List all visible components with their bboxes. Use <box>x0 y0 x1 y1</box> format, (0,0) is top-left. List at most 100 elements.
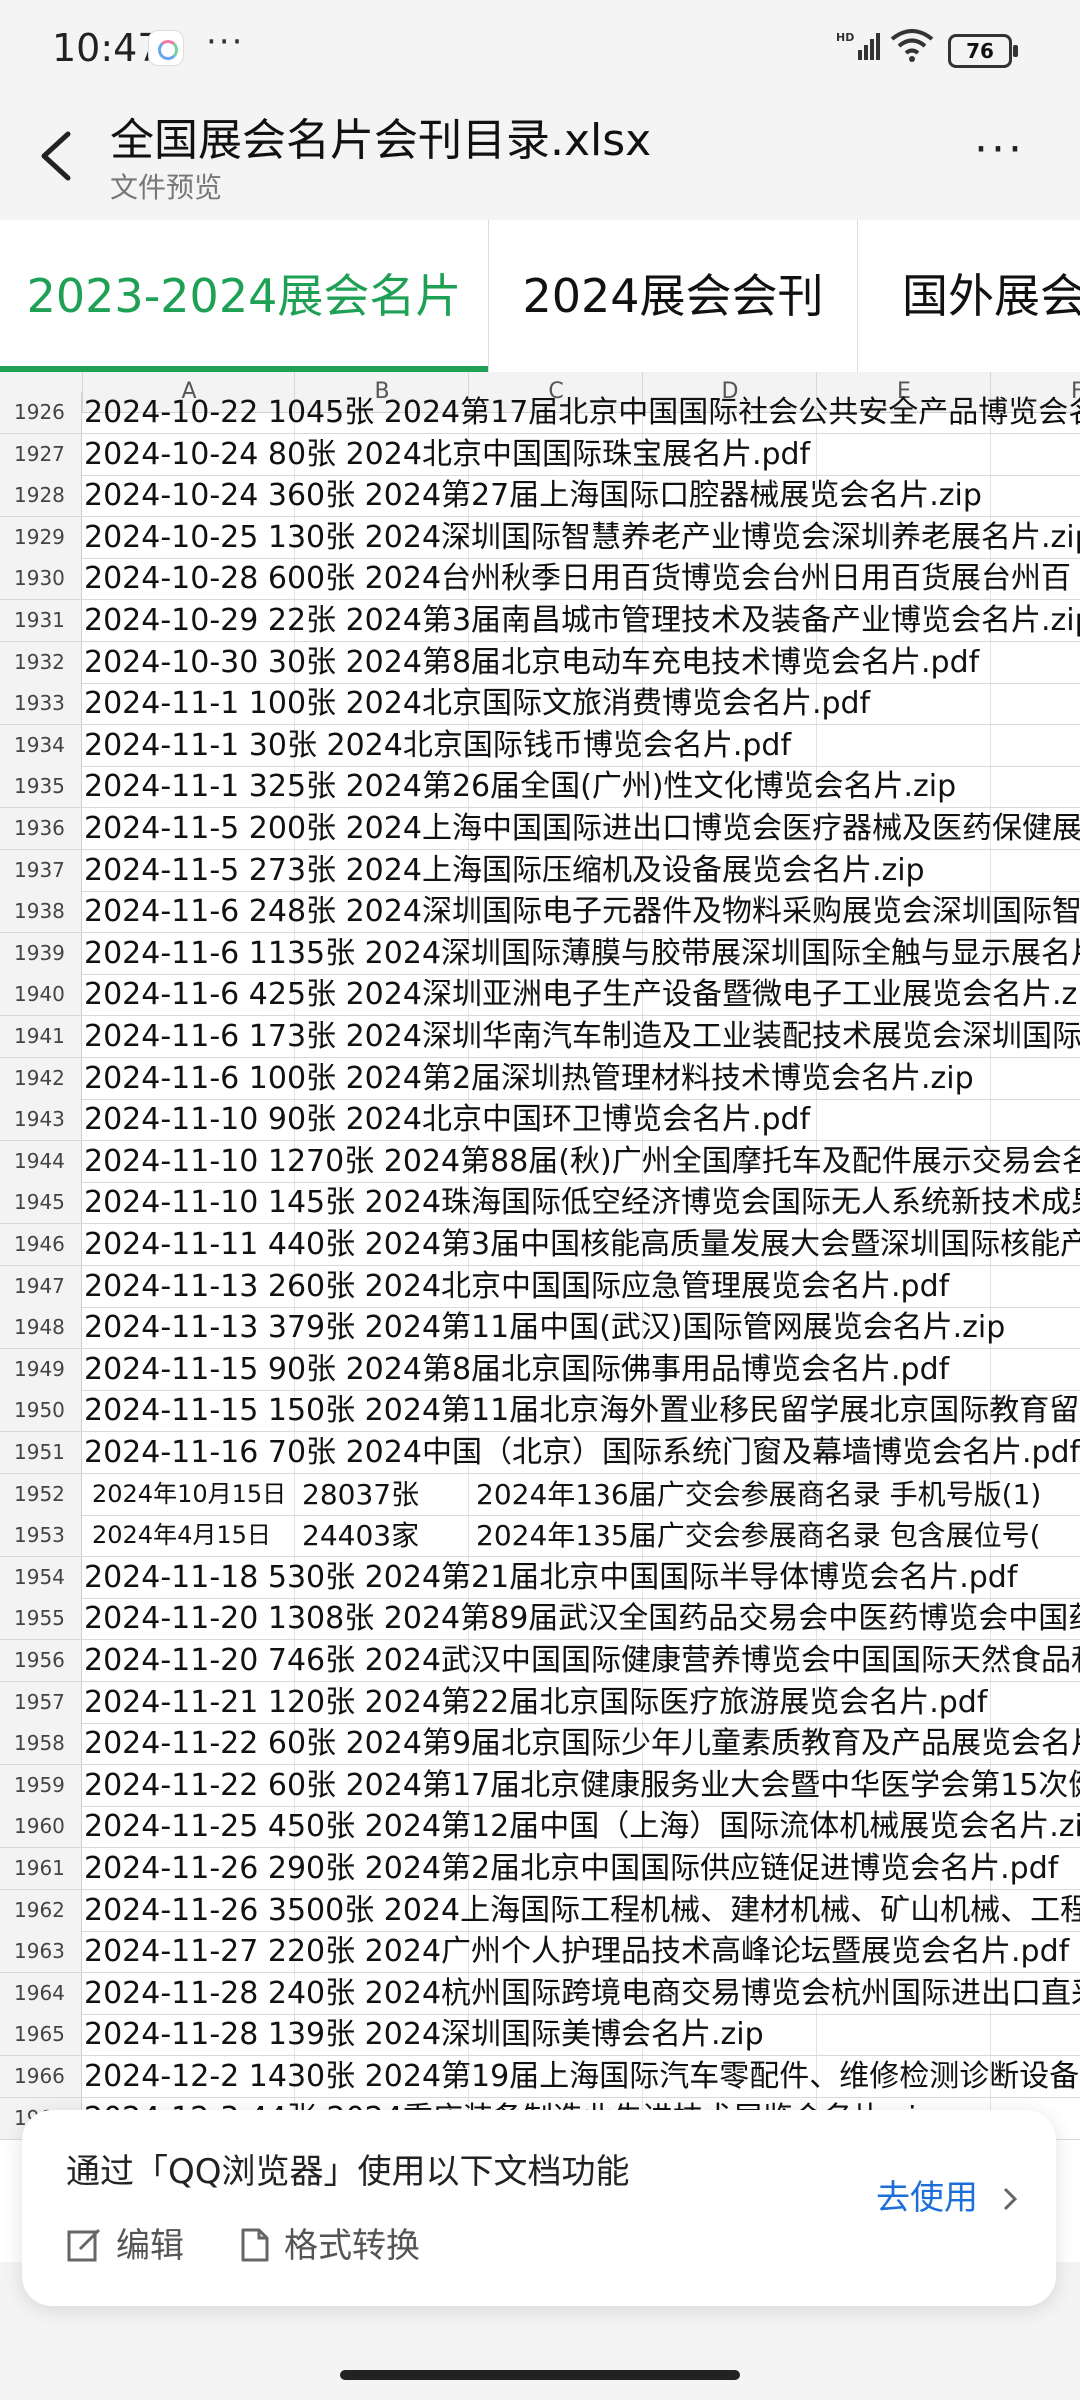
tab-2024-catalog[interactable]: 2024展会会刊 <box>488 220 858 372</box>
cell-a[interactable]: 2024-11-18 530张 2024第21届北京中国国际半导体博览会名片.p… <box>84 1557 1017 1598</box>
table-row[interactable]: 1929 2024-10-25 130张 2024深圳国际智慧养老产业博览会深圳养… <box>0 516 1080 559</box>
tab-foreign-exhibitions[interactable]: 国外展会 <box>856 220 1080 372</box>
cell-a[interactable]: 2024-10-25 130张 2024深圳国际智慧养老产业博览会深圳养老展名片… <box>84 517 1080 558</box>
edit-button[interactable]: 编辑 <box>66 2218 184 2267</box>
cell-a[interactable]: 2024-11-21 120张 2024第22届北京国际医疗旅游展览会名片.pd… <box>84 1682 987 1723</box>
cell-a[interactable]: 2024-11-11 440张 2024第3届中国核能高质量发展大会暨深圳国际核… <box>84 1224 1080 1265</box>
cell-c2[interactable]: 28037张 <box>302 1474 419 1515</box>
cell-c1[interactable]: 2024年4月15日 <box>92 1515 271 1556</box>
cell-a[interactable]: 2024-10-30 30张 2024第8届北京电动车充电技术博览会名片.pdf <box>84 642 979 683</box>
table-row[interactable]: 1952 2024年10月15日 28037张 2024年136届广交会参展商名录 手… <box>0 1473 1080 1516</box>
table-row[interactable]: 1938 2024-11-6 248张 2024深圳国际电子元器件及物料采购展览会… <box>0 891 1080 934</box>
cell-a[interactable]: 2024-11-5 273张 2024上海国际压缩机及设备展览会名片.zip <box>84 850 925 891</box>
go-use-button[interactable]: 去使用 <box>876 2170 1021 2219</box>
table-row[interactable]: 1926 2024-10-22 1045张 2024第17届北京中国国际社会公共安… <box>0 392 1080 434</box>
row-number: 1946 <box>0 1224 82 1265</box>
cell-a[interactable]: 2024-10-22 1045张 2024第17届北京中国国际社会公共安全产品博… <box>84 392 1080 433</box>
row-number: 1939 <box>0 932 82 974</box>
table-row[interactable]: 1943 2024-11-10 90张 2024北京中国环卫博览会名片.pdf <box>0 1099 1080 1142</box>
table-row[interactable]: 1947 2024-11-13 260张 2024北京中国国际应急管理展览会名片.… <box>0 1265 1080 1308</box>
table-row[interactable]: 1965 2024-11-28 139张 2024深圳国际美博会名片.zip <box>0 2014 1080 2057</box>
spreadsheet[interactable]: A B C D E F 1926 2024-10-22 1045张 2024第17… <box>0 372 1080 2262</box>
cell-a[interactable]: 2024-11-1 325张 2024第26届全国(广州)性文化博览会名片.zi… <box>84 766 956 807</box>
table-row[interactable]: 1957 2024-11-21 120张 2024第22届北京国际医疗旅游展览会名… <box>0 1681 1080 1724</box>
cell-c1[interactable]: 2024年10月15日 <box>92 1474 286 1515</box>
cell-a[interactable]: 2024-11-13 260张 2024北京中国国际应急管理展览会名片.pdf <box>84 1266 949 1307</box>
cell-a[interactable]: 2024-11-27 220张 2024广州个人护理品技术高峰论坛暨展览会名片.… <box>84 1931 1069 1972</box>
table-row[interactable]: 1933 2024-11-1 100张 2024北京国际文旅消费博览会名片.pdf <box>0 683 1080 726</box>
cell-a[interactable]: 2024-11-10 1270张 2024第88届(秋)广州全国摩托车及配件展示… <box>84 1141 1080 1182</box>
format-convert-button[interactable]: 格式转换 <box>240 2218 420 2267</box>
more-menu-icon[interactable]: ··· <box>974 124 1025 175</box>
table-row[interactable]: 1962 2024-11-26 3500张 2024上海国际工程机械、建材机械、矿… <box>0 1889 1080 1932</box>
table-row[interactable]: 1966 2024-12-2 1430张 2024第19届上海国际汽车零配件、维修… <box>0 2056 1080 2098</box>
cell-a[interactable]: 2024-11-22 60张 2024第9届北京国际少年儿童素质教育及产品展览会… <box>84 1723 1080 1764</box>
table-row[interactable]: 1942 2024-11-6 100张 2024第2届深圳热管理材料技术博览会名片… <box>0 1057 1080 1100</box>
cell-a[interactable]: 2024-11-20 746张 2024武汉中国国际健康营养博览会中国国际天然食… <box>84 1640 1080 1681</box>
table-row[interactable]: 1951 2024-11-16 70张 2024中国（北京）国际系统门窗及幕墙博览… <box>0 1432 1080 1474</box>
table-row[interactable]: 1954 2024-11-18 530张 2024第21届北京中国国际半导体博览会… <box>0 1556 1080 1599</box>
cell-c3[interactable]: 2024年136届广交会参展商名录 手机号版(1) <box>476 1474 1041 1515</box>
cell-a[interactable]: 2024-11-10 90张 2024北京中国环卫博览会名片.pdf <box>84 1099 810 1140</box>
cell-a[interactable]: 2024-11-6 248张 2024深圳国际电子元器件及物料采购展览会深圳国际… <box>84 891 1080 932</box>
row-number: 1934 <box>0 724 82 766</box>
cell-a[interactable]: 2024-12-2 1430张 2024第19届上海国际汽车零配件、维修检测诊断… <box>84 2056 1080 2097</box>
cell-a[interactable]: 2024-10-29 22张 2024第3届南昌城市管理技术及装备产业博览会名片… <box>84 600 1080 641</box>
table-row[interactable]: 1939 2024-11-6 1135张 2024深圳国际薄膜与胶带展深圳国际全触… <box>0 932 1080 975</box>
table-row[interactable]: 1949 2024-11-15 90张 2024第8届北京国际佛事用品博览会名片.… <box>0 1348 1080 1391</box>
table-row[interactable]: 1934 2024-11-1 30张 2024北京国际钱币博览会名片.pdf <box>0 724 1080 767</box>
table-row[interactable]: 1956 2024-11-20 746张 2024武汉中国国际健康营养博览会中国国… <box>0 1640 1080 1682</box>
cell-a[interactable]: 2024-11-13 379张 2024第11届中国(武汉)国际管网展览会名片.… <box>84 1307 1005 1348</box>
table-row[interactable]: 1931 2024-10-29 22张 2024第3届南昌城市管理技术及装备产业博… <box>0 600 1080 642</box>
table-row[interactable]: 1960 2024-11-25 450张 2024第12届中国（上海）国际流体机械… <box>0 1806 1080 1849</box>
row-number: 1956 <box>0 1640 82 1681</box>
cell-a[interactable]: 2024-11-5 200张 2024上海中国国际进出口博览会医疗器械及医药保健… <box>84 808 1080 849</box>
cell-a[interactable]: 2024-11-20 1308张 2024第89届武汉全国药品交易会中医药博览会… <box>84 1598 1080 1639</box>
cell-a[interactable]: 2024-11-28 139张 2024深圳国际美博会名片.zip <box>84 2014 764 2055</box>
table-row[interactable]: 1950 2024-11-15 150张 2024第11届北京海外置业移民留学展北… <box>0 1390 1080 1433</box>
table-row[interactable]: 1928 2024-10-24 360张 2024第27届上海国际口腔器械展览会名… <box>0 475 1080 518</box>
cell-a[interactable]: 2024-10-24 80张 2024北京中国国际珠宝展名片.pdf <box>84 434 810 475</box>
table-row[interactable]: 1961 2024-11-26 290张 2024第2届北京中国国际供应链促进博览… <box>0 1848 1080 1890</box>
cell-a[interactable]: 2024-11-28 240张 2024杭州国际跨境电商交易博览会杭州国际进出口… <box>84 1973 1080 2014</box>
cell-a[interactable]: 2024-11-15 90张 2024第8届北京国际佛事用品博览会名片.pdf <box>84 1349 949 1390</box>
cell-a[interactable]: 2024-11-26 290张 2024第2届北京中国国际供应链促进博览会名片.… <box>84 1848 1058 1889</box>
cell-a[interactable]: 2024-11-6 425张 2024深圳亚洲电子生产设备暨微电子工业展览会名片… <box>84 974 1077 1015</box>
table-row[interactable]: 1937 2024-11-5 273张 2024上海国际压缩机及设备展览会名片.z… <box>0 849 1080 892</box>
cell-a[interactable]: 2024-11-22 60张 2024第17届北京健康服务业大会暨中华医学会第1… <box>84 1765 1080 1806</box>
table-row[interactable]: 1955 2024-11-20 1308张 2024第89届武汉全国药品交易会中医… <box>0 1598 1080 1641</box>
cell-a[interactable]: 2024-11-6 100张 2024第2届深圳热管理材料技术博览会名片.zip <box>84 1058 974 1099</box>
table-row[interactable]: 1941 2024-11-6 173张 2024深圳华南汽车制造及工业装配技术展览… <box>0 1016 1080 1058</box>
table-row[interactable]: 1964 2024-11-28 240张 2024杭州国际跨境电商交易博览会杭州国… <box>0 1972 1080 2015</box>
cell-a[interactable]: 2024-11-15 150张 2024第11届北京海外置业移民留学展北京国际教… <box>84 1390 1080 1431</box>
tab-label: 2024展会会刊 <box>522 269 824 323</box>
table-row[interactable]: 1930 2024-10-28 600张 2024台州秋季日用百货博览会台州日用百… <box>0 558 1080 601</box>
back-arrow-icon[interactable] <box>32 126 82 186</box>
table-row[interactable]: 1948 2024-11-13 379张 2024第11届中国(武汉)国际管网展览… <box>0 1307 1080 1350</box>
table-row[interactable]: 1932 2024-10-30 30张 2024第8届北京电动车充电技术博览会名片… <box>0 641 1080 684</box>
table-row[interactable]: 1958 2024-11-22 60张 2024第9届北京国际少年儿童素质教育及产… <box>0 1723 1080 1766</box>
cell-a[interactable]: 2024-11-1 100张 2024北京国际文旅消费博览会名片.pdf <box>84 683 870 724</box>
table-row[interactable]: 1946 2024-11-11 440张 2024第3届中国核能高质量发展大会暨深… <box>0 1224 1080 1266</box>
cell-a[interactable]: 2024-11-6 1135张 2024深圳国际薄膜与胶带展深圳国际全触与显示展… <box>84 933 1080 974</box>
cell-a[interactable]: 2024-11-16 70张 2024中国（北京）国际系统门窗及幕墙博览会名片.… <box>84 1432 1080 1473</box>
cell-a[interactable]: 2024-11-6 173张 2024深圳华南汽车制造及工业装配技术展览会深圳国… <box>84 1016 1080 1057</box>
cell-a[interactable]: 2024-11-10 145张 2024珠海国际低空经济博览会国际无人系统新技术… <box>84 1182 1080 1223</box>
cell-a[interactable]: 2024-10-24 360张 2024第27届上海国际口腔器械展览会名片.zi… <box>84 475 982 516</box>
table-row[interactable]: 1936 2024-11-5 200张 2024上海中国国际进出口博览会医疗器械及… <box>0 808 1080 850</box>
cell-a[interactable]: 2024-11-26 3500张 2024上海国际工程机械、建材机械、矿山机械、… <box>84 1890 1080 1931</box>
cell-a[interactable]: 2024-10-28 600张 2024台州秋季日用百货博览会台州日用百货展台州… <box>84 558 1071 599</box>
table-row[interactable]: 1944 2024-11-10 1270张 2024第88届(秋)广州全国摩托车及… <box>0 1140 1080 1183</box>
table-row[interactable]: 1945 2024-11-10 145张 2024珠海国际低空经济博览会国际无人系… <box>0 1182 1080 1225</box>
table-row[interactable]: 1935 2024-11-1 325张 2024第26届全国(广州)性文化博览会名… <box>0 766 1080 809</box>
tab-2023-2024-cards[interactable]: 2023-2024展会名片 <box>0 220 488 372</box>
table-row[interactable]: 1953 2024年4月15日 24403家 2024年135届广交会参展商名录 包含… <box>0 1515 1080 1558</box>
cell-c2[interactable]: 24403家 <box>302 1515 419 1556</box>
cell-c3[interactable]: 2024年135届广交会参展商名录 包含展位号( <box>476 1515 1041 1556</box>
cell-a[interactable]: 2024-11-25 450张 2024第12届中国（上海）国际流体机械展览会名… <box>84 1806 1080 1847</box>
table-row[interactable]: 1959 2024-11-22 60张 2024第17届北京健康服务业大会暨中华医… <box>0 1764 1080 1807</box>
cell-a[interactable]: 2024-11-1 30张 2024北京国际钱币博览会名片.pdf <box>84 725 791 766</box>
table-row[interactable]: 1927 2024-10-24 80张 2024北京中国国际珠宝展名片.pdf <box>0 433 1080 476</box>
table-row[interactable]: 1940 2024-11-6 425张 2024深圳亚洲电子生产设备暨微电子工业展… <box>0 974 1080 1017</box>
table-row[interactable]: 1963 2024-11-27 220张 2024广州个人护理品技术高峰论坛暨展览… <box>0 1931 1080 1974</box>
